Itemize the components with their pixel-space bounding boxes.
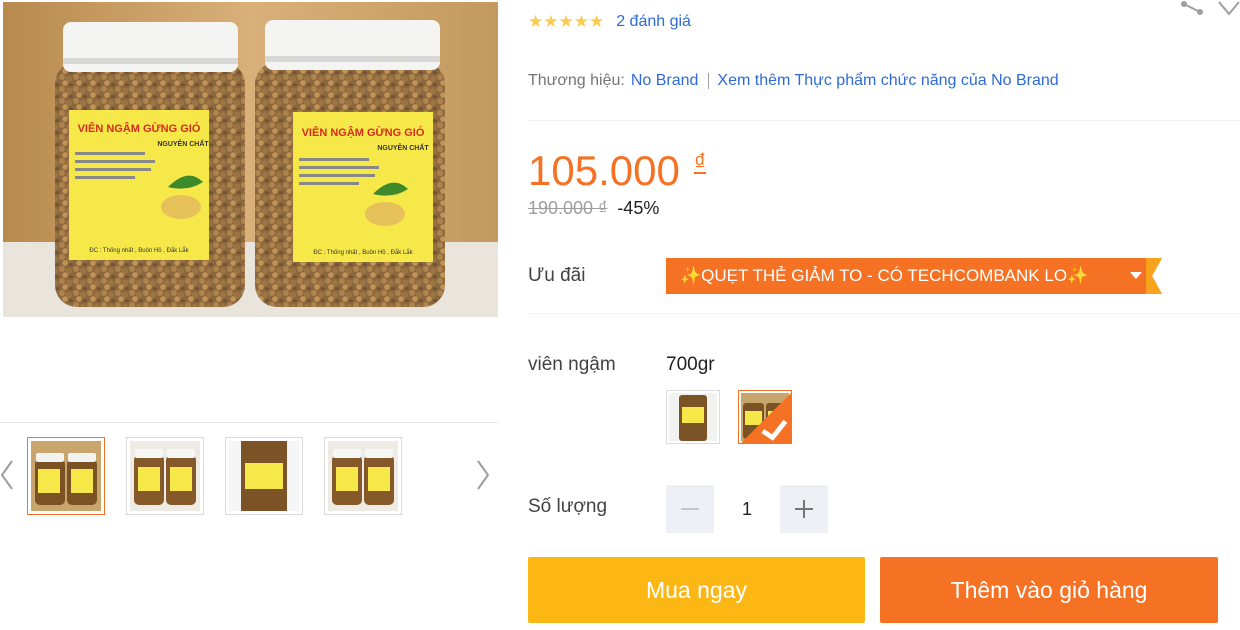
main-product-image[interactable]: VIÊN NGẬM GỪNG GIÓ NGUYÊN CHẤT ĐC : Thốn… <box>3 2 498 317</box>
wishlist-heart-icon[interactable] <box>1215 0 1240 18</box>
thumbnail-image <box>229 441 299 511</box>
share-icon[interactable] <box>1178 0 1206 18</box>
variant-option-1[interactable] <box>666 390 720 444</box>
current-price: 105.000 ₫ <box>528 146 706 196</box>
quantity-decrease-button[interactable] <box>666 485 714 533</box>
thumbnail-1[interactable] <box>27 437 105 515</box>
buy-now-button[interactable]: Mua ngay <box>528 557 865 623</box>
minus-icon <box>681 508 699 510</box>
thumbnail-3[interactable] <box>225 437 303 515</box>
svg-text:ĐC : Thống nhất , Buôn Hồ , Đắ: ĐC : Thống nhất , Buôn Hồ , Đắk Lắk <box>313 249 413 256</box>
brand-separator <box>708 73 710 89</box>
add-to-cart-button[interactable]: Thêm vào giỏ hàng <box>880 557 1218 623</box>
thumbnail-image <box>328 441 398 511</box>
quantity-increase-button[interactable] <box>780 485 828 533</box>
rating-row: ★★★★★ 2 đánh giá <box>528 12 691 32</box>
promo-text: ✨QUẸT THẺ GIẢM TO - CÓ TECHCOMBANK LO✨ <box>680 266 1089 285</box>
product-photo-graphic: VIÊN NGẬM GỪNG GIÓ NGUYÊN CHẤT ĐC : Thốn… <box>3 2 498 317</box>
brand-link[interactable]: No Brand <box>631 72 699 90</box>
thumbnail-4[interactable] <box>324 437 402 515</box>
review-count-link[interactable]: 2 đánh giá <box>616 13 691 31</box>
gallery-prev-button[interactable] <box>0 455 18 495</box>
divider <box>528 120 1240 121</box>
old-price-row: 190.000 ₫ -45% <box>528 198 659 219</box>
gallery-next-button[interactable] <box>472 455 492 495</box>
selected-check-icon <box>741 393 791 443</box>
price-amount: 105.000 <box>528 147 680 194</box>
thumbnail-2[interactable] <box>126 437 204 515</box>
star-rating-icon: ★★★★★ <box>528 12 605 31</box>
brand-row: Thương hiệu: No Brand Xem thêm Thực phẩm… <box>528 72 1059 90</box>
thumbnail-image <box>31 441 101 511</box>
divider <box>528 313 1240 314</box>
chevron-left-icon <box>0 460 13 490</box>
quantity-label: Số lượng <box>528 496 608 517</box>
quantity-input[interactable] <box>714 485 780 533</box>
caret-down-icon <box>1130 272 1142 279</box>
chevron-right-icon <box>477 460 490 490</box>
variant-selected-value: 700gr <box>666 354 715 375</box>
price-currency: ₫ <box>693 149 707 176</box>
promo-banner[interactable]: ✨QUẸT THẺ GIẢM TO - CÓ TECHCOMBANK LO✨ <box>666 258 1162 294</box>
variant-option-2[interactable] <box>738 390 792 444</box>
brand-more-link[interactable]: Xem thêm Thực phẩm chức năng của No Bran… <box>717 72 1058 90</box>
promo-label: Ưu đãi <box>528 265 586 286</box>
variant-thumbnail <box>669 393 717 441</box>
svg-text:VIÊN NGẬM GỪNG GIÓ: VIÊN NGẬM GỪNG GIÓ <box>78 122 201 135</box>
svg-text:VIÊN NGẬM GỪNG GIÓ: VIÊN NGẬM GỪNG GIÓ <box>302 126 425 139</box>
gallery-divider <box>0 422 498 423</box>
brand-label: Thương hiệu: <box>528 72 625 89</box>
discount-badge: -45% <box>617 198 660 218</box>
svg-text:ĐC : Thống nhất , Buôn Hồ , Đắ: ĐC : Thống nhất , Buôn Hồ , Đắk Lắk <box>89 247 189 254</box>
variant-label: viên ngậm <box>528 354 616 375</box>
plus-icon-vertical <box>803 500 805 518</box>
original-price: 190.000 ₫ <box>528 198 608 218</box>
thumbnail-image <box>130 441 200 511</box>
